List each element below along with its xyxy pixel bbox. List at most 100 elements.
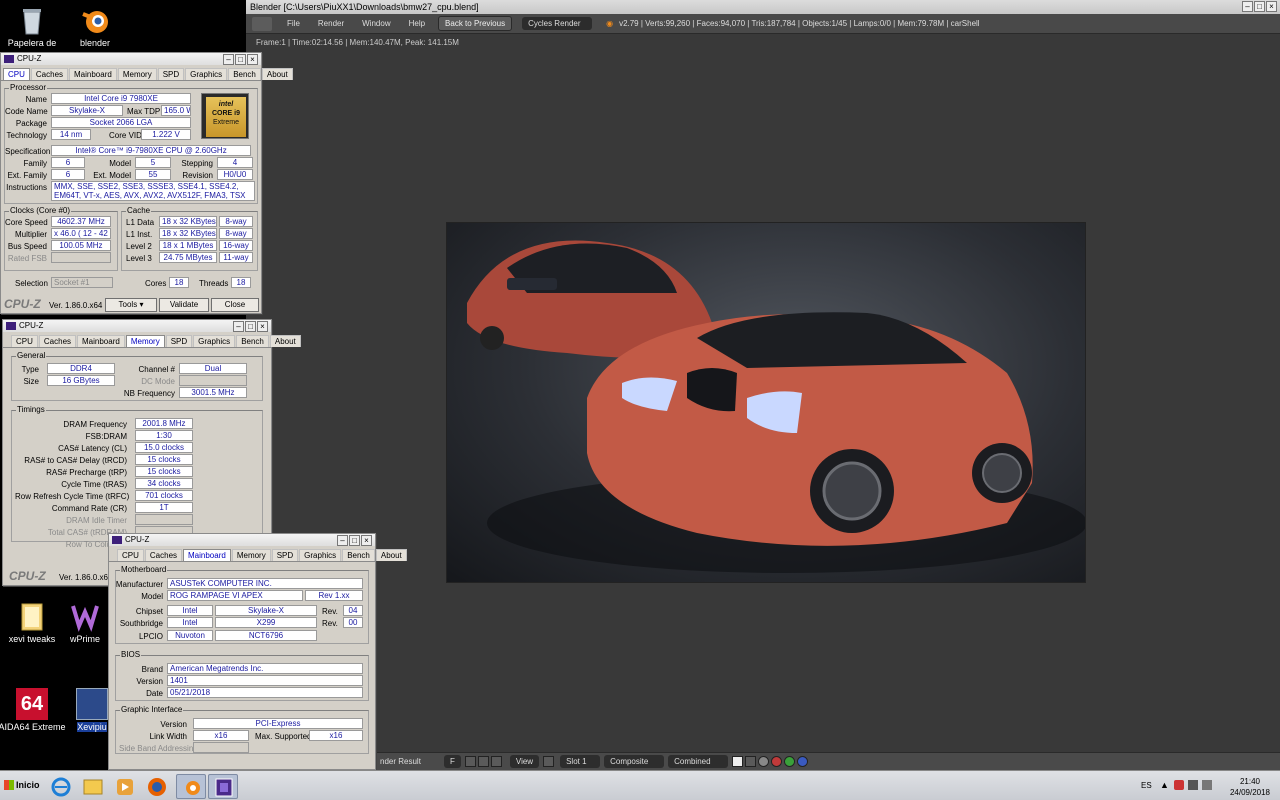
blue-channel-icon[interactable] <box>797 756 809 767</box>
pass-select[interactable]: Combined <box>668 755 729 768</box>
validate-button[interactable]: Validate <box>159 298 209 312</box>
label: Name <box>25 95 47 104</box>
desktop-icon-blender[interactable]: blender <box>60 4 130 49</box>
close-button[interactable]: × <box>361 535 372 546</box>
tab-graphics[interactable]: Graphics <box>185 68 228 80</box>
manufacturer-value: ASUSTeK COMPUTER INC. <box>167 578 363 589</box>
menu-file[interactable]: File <box>278 19 309 28</box>
layer-select[interactable]: Composite <box>604 755 665 768</box>
render-engine-select[interactable]: Cycles Render <box>522 17 593 30</box>
tab-caches[interactable]: Caches <box>38 335 77 347</box>
show-hidden-icons[interactable]: ▲ <box>1160 780 1169 790</box>
minimize-button[interactable]: – <box>223 54 234 65</box>
close-button[interactable]: × <box>257 321 268 332</box>
close-window-button[interactable]: Close <box>211 298 259 312</box>
desktop-icon-wprime[interactable]: wPrime <box>60 600 110 645</box>
specification-value: Intel® Core™ i9-7980XE CPU @ 2.60GHz <box>51 145 251 156</box>
family-value: 6 <box>51 157 85 168</box>
tab-memory[interactable]: Memory <box>125 335 165 347</box>
close-button[interactable]: × <box>247 54 258 65</box>
tab-caches[interactable]: Caches <box>30 68 69 80</box>
label: Revision <box>182 171 213 180</box>
maximize-button[interactable]: □ <box>349 535 360 546</box>
tools-button[interactable]: Tools ▾ <box>105 298 157 312</box>
tab-memory[interactable]: Memory <box>231 549 271 561</box>
scene-stats: v2.79 | Verts:99,260 | Faces:94,070 | Tr… <box>619 19 980 28</box>
label: Ext. Model <box>93 171 131 180</box>
pivot-icon[interactable] <box>543 756 555 767</box>
socket-select[interactable]: Socket #1 <box>51 277 113 288</box>
tab-spd[interactable]: SPD <box>157 68 185 80</box>
taskbar-cpuz[interactable] <box>208 774 238 799</box>
desktop-icon-label: AIDA64 Extreme <box>0 722 66 732</box>
slot-select[interactable]: Slot 1 <box>560 755 601 768</box>
tab-graphics[interactable]: Graphics <box>299 549 342 561</box>
taskbar-firefox[interactable] <box>142 774 172 799</box>
color-mode-icon[interactable] <box>732 756 744 767</box>
menu-window[interactable]: Window <box>353 19 399 28</box>
menu-help[interactable]: Help <box>400 19 434 28</box>
channel-icon[interactable] <box>758 756 770 767</box>
desktop-icon-xevipiu[interactable]: Xevipiu <box>74 688 110 733</box>
desktop-icon-aida64[interactable]: 64 AIDA64 Extreme <box>0 688 67 733</box>
cpuz-tabs: CPU Caches Mainboard Memory SPD Graphics… <box>109 546 407 562</box>
fake-user-button[interactable]: F <box>444 755 461 768</box>
tab-graphics[interactable]: Graphics <box>193 335 236 347</box>
tab-about[interactable]: About <box>375 549 407 561</box>
view-menu[interactable]: View <box>509 755 540 768</box>
minimize-button[interactable]: – <box>337 535 348 546</box>
volume-icon[interactable] <box>1202 780 1212 790</box>
tab-about[interactable]: About <box>269 335 301 347</box>
tab-bench[interactable]: Bench <box>236 335 269 347</box>
taskbar-media-player[interactable] <box>110 774 140 799</box>
red-channel-icon[interactable] <box>771 756 783 767</box>
tab-cpu[interactable]: CPU <box>11 335 38 347</box>
maximize-button[interactable]: □ <box>1254 1 1265 12</box>
start-button[interactable]: Inicio <box>2 775 40 797</box>
tab-caches[interactable]: Caches <box>144 549 183 561</box>
back-to-previous-button[interactable]: Back to Previous <box>438 16 513 31</box>
label: Manufacturer <box>115 580 163 589</box>
editor-type-icon[interactable] <box>252 16 272 31</box>
label: Threads <box>199 279 229 288</box>
image-icon[interactable] <box>464 756 476 767</box>
tab-cpu[interactable]: CPU <box>117 549 144 561</box>
action-center-icon[interactable] <box>1174 780 1184 790</box>
desktop-icon-xevi-tweaks[interactable]: xevi tweaks <box>0 600 67 645</box>
taskbar-ie[interactable] <box>46 774 76 799</box>
tools-button-label: Tools <box>118 300 138 309</box>
minimize-button[interactable]: – <box>1242 1 1253 12</box>
tab-mainboard[interactable]: Mainboard <box>183 549 231 561</box>
core-speed-value: 4602.37 MHz <box>51 216 111 227</box>
tab-mainboard[interactable]: Mainboard <box>77 335 125 347</box>
image-name-field[interactable]: nder Result <box>376 757 444 766</box>
tab-spd[interactable]: SPD <box>271 549 299 561</box>
multiplier-value: x 46.0 ( 12 - 42 ) <box>51 228 111 239</box>
tab-bench[interactable]: Bench <box>342 549 375 561</box>
close-button[interactable]: × <box>1266 1 1277 12</box>
maximize-button[interactable]: □ <box>235 54 246 65</box>
cpuz-window-cpu: CPU-Z – □ × CPU Caches Mainboard Memory SP… <box>0 52 293 314</box>
cpuz-logo-icon <box>112 536 122 544</box>
tab-about[interactable]: About <box>261 68 293 80</box>
language-indicator[interactable]: ES <box>1141 781 1152 790</box>
network-icon[interactable] <box>1188 780 1198 790</box>
menu-render[interactable]: Render <box>309 19 353 28</box>
tab-spd[interactable]: SPD <box>165 335 193 347</box>
tab-bench[interactable]: Bench <box>228 68 261 80</box>
desktop-icon-recycle-bin[interactable]: Papelera de <box>0 4 67 49</box>
lpcio-model-value: NCT6796 <box>215 630 317 641</box>
image-icon[interactable] <box>490 756 502 767</box>
taskbar-blender[interactable] <box>176 774 206 799</box>
taskbar-explorer[interactable] <box>78 774 108 799</box>
minimize-button[interactable]: – <box>233 321 244 332</box>
green-channel-icon[interactable] <box>784 756 796 767</box>
tab-mainboard[interactable]: Mainboard <box>69 68 117 80</box>
tab-cpu[interactable]: CPU <box>3 68 30 80</box>
system-clock[interactable]: 21:40 24/09/2018 <box>1226 776 1274 798</box>
image-icon[interactable] <box>477 756 489 767</box>
tab-memory[interactable]: Memory <box>117 68 157 80</box>
wprime-icon <box>69 600 101 632</box>
alpha-mode-icon[interactable] <box>745 756 757 767</box>
maximize-button[interactable]: □ <box>245 321 256 332</box>
